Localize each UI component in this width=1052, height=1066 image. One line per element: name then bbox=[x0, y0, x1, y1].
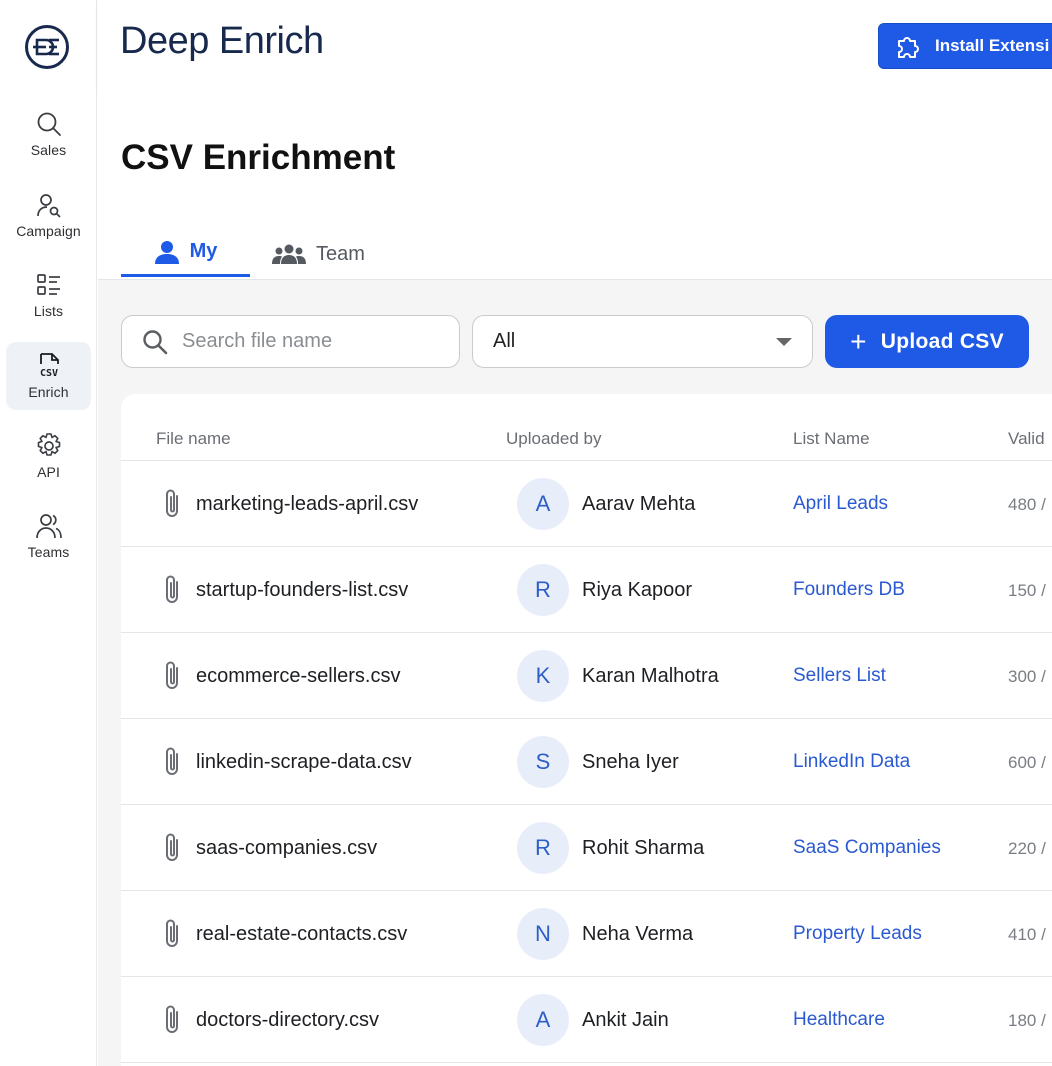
uploader-name: Sneha Iyer bbox=[582, 751, 679, 773]
column-header-file-name[interactable]: File name bbox=[156, 429, 231, 449]
csv-file-icon: CSV bbox=[39, 353, 59, 379]
paperclip-icon bbox=[161, 487, 183, 521]
file-name[interactable]: marketing-leads-april.csv bbox=[196, 493, 418, 516]
column-header-uploaded-by[interactable]: Uploaded by bbox=[506, 429, 601, 449]
users-icon bbox=[35, 514, 62, 539]
page-title: CSV Enrichment bbox=[121, 138, 396, 177]
list-name-link[interactable]: Healthcare bbox=[793, 1009, 885, 1031]
avatar: R bbox=[517, 822, 569, 874]
avatar: A bbox=[517, 994, 569, 1046]
paperclip-icon bbox=[161, 745, 183, 779]
install-extension-button[interactable]: Install Extensi bbox=[878, 23, 1052, 69]
title-area: CSV Enrichment My Team bbox=[98, 92, 1052, 280]
column-header-list-name[interactable]: List Name bbox=[793, 429, 870, 449]
file-name[interactable]: real-estate-contacts.csv bbox=[196, 923, 407, 946]
search-icon bbox=[37, 112, 61, 136]
files-table: File name Uploaded by List Name Valid ma… bbox=[121, 394, 1052, 1066]
file-name[interactable]: ecommerce-sellers.csv bbox=[196, 665, 400, 688]
table-header: File name Uploaded by List Name Valid bbox=[121, 394, 1052, 461]
list-name-link[interactable]: Property Leads bbox=[793, 923, 922, 945]
paperclip-icon bbox=[161, 659, 183, 693]
valid-count: 150 / bbox=[1008, 581, 1046, 600]
avatar: N bbox=[517, 908, 569, 960]
table-row[interactable]: real-estate-contacts.csv N Neha Verma Prope… bbox=[121, 891, 1052, 977]
table-row[interactable]: startup-founders-list.csv R Riya Kapoor Fou… bbox=[121, 547, 1052, 633]
sidebar-item-label: Enrich bbox=[28, 384, 69, 400]
sidebar-item-lists[interactable]: Lists bbox=[6, 261, 91, 329]
avatar: K bbox=[517, 650, 569, 702]
sidebar-item-label: Sales bbox=[30, 142, 67, 158]
plus-icon: + bbox=[850, 325, 867, 357]
tab-team[interactable]: Team bbox=[272, 230, 365, 278]
user-search-icon bbox=[36, 194, 61, 218]
valid-count: 410 / bbox=[1008, 925, 1046, 944]
sidebar: Sales Campaign Lists CSV Enrich API Team… bbox=[0, 0, 97, 1066]
search-icon bbox=[143, 329, 168, 354]
search-input[interactable] bbox=[182, 330, 442, 353]
table-row[interactable]: marketing-leads-april.csv A Aarav Mehta Apr… bbox=[121, 461, 1052, 547]
svg-text:CSV: CSV bbox=[39, 368, 57, 379]
list-icon bbox=[36, 274, 60, 295]
paperclip-icon bbox=[161, 831, 183, 865]
top-header: Deep Enrich Install Extensi bbox=[98, 0, 1052, 92]
uploader-name: Karan Malhotra bbox=[582, 665, 719, 687]
tab-label: My bbox=[189, 240, 218, 262]
valid-count: 180 / bbox=[1008, 1011, 1046, 1030]
table-row[interactable]: linkedin-scrape-data.csv S Sneha Iyer Linke… bbox=[121, 719, 1052, 805]
uploader-name: Aarav Mehta bbox=[582, 493, 696, 515]
avatar: A bbox=[517, 478, 569, 530]
brand-name: Deep Enrich bbox=[120, 20, 324, 62]
search-field[interactable] bbox=[121, 315, 460, 368]
list-name-link[interactable]: April Leads bbox=[793, 493, 888, 515]
file-name[interactable]: linkedin-scrape-data.csv bbox=[196, 751, 412, 774]
table-row[interactable]: saas-companies.csv R Rohit Sharma SaaS Comp… bbox=[121, 805, 1052, 891]
avatar: S bbox=[517, 736, 569, 788]
file-name[interactable]: saas-companies.csv bbox=[196, 837, 377, 860]
sidebar-item-sales[interactable]: Sales bbox=[6, 100, 91, 168]
table-row[interactable]: doctors-directory.csv A Ankit Jain Healthca… bbox=[121, 977, 1052, 1063]
file-name[interactable]: startup-founders-list.csv bbox=[196, 579, 408, 602]
column-header-valid[interactable]: Valid bbox=[1008, 429, 1045, 449]
caret-down-icon bbox=[776, 337, 792, 346]
sidebar-item-api[interactable]: API bbox=[6, 422, 91, 490]
uploader-name: Riya Kapoor bbox=[582, 579, 693, 601]
valid-count: 600 / bbox=[1008, 753, 1046, 772]
avatar: R bbox=[517, 564, 569, 616]
upload-csv-label: Upload CSV bbox=[880, 329, 1004, 353]
tab-my[interactable]: My bbox=[121, 229, 250, 277]
list-name-link[interactable]: LinkedIn Data bbox=[793, 751, 910, 773]
sidebar-item-enrich[interactable]: CSV Enrich bbox=[6, 342, 91, 410]
valid-count: 480 / bbox=[1008, 495, 1046, 514]
valid-count: 300 / bbox=[1008, 667, 1046, 686]
paperclip-icon bbox=[161, 1003, 183, 1037]
valid-count: 220 / bbox=[1008, 839, 1046, 858]
list-name-link[interactable]: Sellers List bbox=[793, 665, 886, 687]
upload-csv-button[interactable]: + Upload CSV bbox=[825, 315, 1029, 368]
sidebar-item-label: API bbox=[37, 464, 60, 480]
uploader-name: Rohit Sharma bbox=[582, 837, 705, 859]
list-name-link[interactable]: Founders DB bbox=[793, 579, 905, 601]
main-content: CSV Enrichment My Team All + Upload CSV … bbox=[98, 92, 1052, 1066]
install-extension-label: Install Extensi bbox=[935, 36, 1050, 55]
sidebar-item-campaign[interactable]: Campaign bbox=[6, 181, 91, 249]
sidebar-item-label: Campaign bbox=[16, 223, 81, 239]
filter-select[interactable]: All bbox=[472, 315, 813, 368]
filter-select-value: All bbox=[493, 330, 516, 352]
file-name[interactable]: doctors-directory.csv bbox=[196, 1009, 379, 1032]
tab-label: Team bbox=[316, 242, 365, 265]
paperclip-icon bbox=[161, 573, 183, 607]
user-icon bbox=[154, 240, 179, 264]
group-icon bbox=[272, 244, 306, 264]
table-row[interactable]: ecommerce-sellers.csv K Karan Malhotra Sell… bbox=[121, 633, 1052, 719]
deep-enrich-logo[interactable] bbox=[24, 24, 70, 70]
sidebar-item-label: Teams bbox=[27, 544, 70, 560]
uploader-name: Neha Verma bbox=[582, 923, 694, 945]
sidebar-item-label: Lists bbox=[33, 303, 64, 319]
uploader-name: Ankit Jain bbox=[582, 1009, 669, 1031]
paperclip-icon bbox=[161, 917, 183, 951]
puzzle-icon bbox=[898, 37, 919, 58]
gear-icon bbox=[37, 433, 60, 456]
list-name-link[interactable]: SaaS Companies bbox=[793, 837, 941, 859]
sidebar-item-teams[interactable]: Teams bbox=[6, 502, 91, 570]
